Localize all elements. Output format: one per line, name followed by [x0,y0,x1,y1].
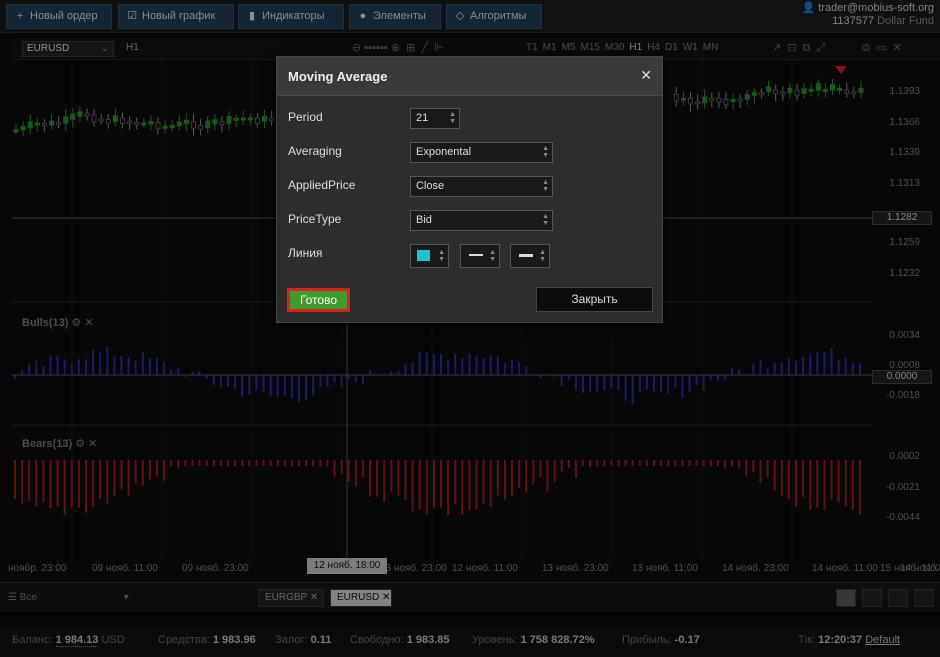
averaging-label: Averaging [288,144,342,158]
spinner-icon: ▲ ▼ [539,249,546,263]
moving-average-dialog: Moving Average ✕ Period 21 ▲ ▼ Averaging … [276,56,663,323]
spinner-icon: ▲ ▼ [542,213,549,227]
price-type-select[interactable]: Bid ▲ ▼ [410,210,553,231]
applied-price-label: AppliedPrice [288,178,356,192]
price-type-value: Bid [416,214,432,226]
close-icon[interactable]: ✕ [640,67,652,84]
done-button[interactable]: Готово [287,288,350,312]
done-button-label: Готово [290,291,347,309]
averaging-select[interactable]: Exponental ▲ ▼ [410,142,553,163]
spinner-icon[interactable]: ▲ ▼ [449,111,456,125]
period-label: Period [288,110,323,124]
spinner-icon: ▲ ▼ [542,179,549,193]
line-width-select[interactable]: ▲ ▼ [510,244,550,268]
line-style-icon [469,254,483,256]
price-type-label: PriceType [288,212,342,226]
line-style-select[interactable]: ▲ ▼ [460,244,500,268]
averaging-value: Exponental [416,146,472,158]
period-value: 21 [416,112,429,124]
applied-price-value: Close [416,180,445,192]
dialog-title: Moving Average [288,69,388,84]
line-label: Линия [288,246,323,260]
period-stepper[interactable]: 21 ▲ ▼ [410,108,460,129]
applied-price-select[interactable]: Close ▲ ▼ [410,176,553,197]
close-button[interactable]: Закрыть [536,287,653,312]
dialog-header: Moving Average ✕ [277,57,662,96]
line-color-picker[interactable]: ▲ ▼ [410,244,449,268]
spinner-icon: ▲ ▼ [438,249,445,263]
spinner-icon: ▲ ▼ [489,249,496,263]
spinner-icon: ▲ ▼ [542,145,549,159]
line-width-icon [519,254,533,257]
color-swatch [417,250,430,261]
